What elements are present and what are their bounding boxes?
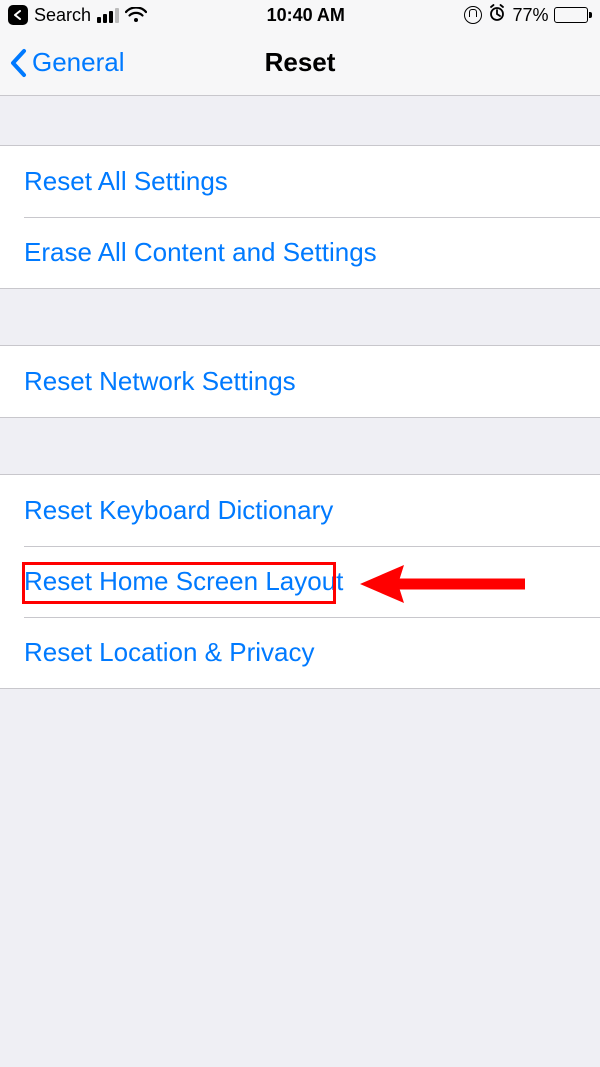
reset-keyboard-dictionary-row[interactable]: Reset Keyboard Dictionary <box>0 475 600 546</box>
reset-home-screen-layout-row[interactable]: Reset Home Screen Layout <box>0 546 600 617</box>
erase-all-content-row[interactable]: Erase All Content and Settings <box>0 217 600 288</box>
row-label: Reset Network Settings <box>24 366 296 396</box>
section-spacer <box>0 96 600 145</box>
row-label: Reset All Settings <box>24 166 228 196</box>
orientation-lock-icon <box>464 6 482 24</box>
clock: 10:40 AM <box>267 5 345 26</box>
wifi-icon <box>125 7 147 23</box>
back-button[interactable]: General <box>10 47 125 78</box>
row-label: Reset Keyboard Dictionary <box>24 495 333 525</box>
battery-percent: 77% <box>512 5 548 26</box>
cellular-signal-icon <box>97 7 119 23</box>
alarm-icon <box>488 4 506 27</box>
section-spacer <box>0 289 600 345</box>
section-spacer <box>0 418 600 474</box>
reset-network-settings-row[interactable]: Reset Network Settings <box>0 346 600 417</box>
battery-icon <box>554 7 592 23</box>
back-button-label: General <box>32 47 125 78</box>
row-label: Reset Home Screen Layout <box>24 566 343 596</box>
back-to-app-icon[interactable] <box>8 5 28 25</box>
chevron-left-icon <box>10 48 28 78</box>
reset-all-settings-row[interactable]: Reset All Settings <box>0 146 600 217</box>
status-bar: Search 10:40 AM 77% <box>0 0 600 30</box>
row-label: Reset Location & Privacy <box>24 637 314 667</box>
back-to-app-label[interactable]: Search <box>34 5 91 26</box>
row-label: Erase All Content and Settings <box>24 237 377 267</box>
settings-group: Reset All Settings Erase All Content and… <box>0 145 600 289</box>
settings-group: Reset Keyboard Dictionary Reset Home Scr… <box>0 474 600 689</box>
reset-location-privacy-row[interactable]: Reset Location & Privacy <box>0 617 600 688</box>
navigation-bar: General Reset <box>0 30 600 96</box>
settings-group: Reset Network Settings <box>0 345 600 418</box>
